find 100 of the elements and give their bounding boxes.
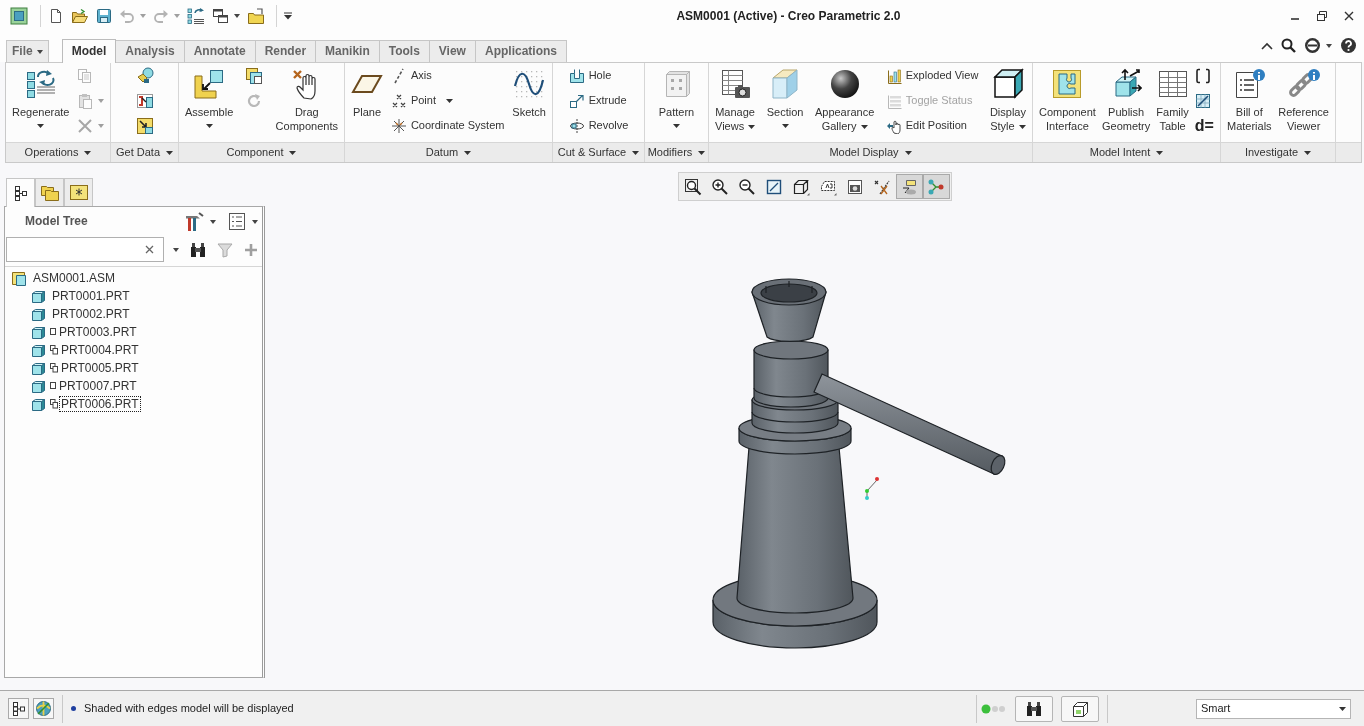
- assemble-button[interactable]: Assemble: [183, 63, 236, 128]
- box-select-button[interactable]: [1061, 695, 1099, 722]
- hole-icon: [568, 67, 585, 84]
- tree-item[interactable]: ASM0001.ASM: [31, 270, 118, 286]
- caret-icon: [36, 49, 43, 54]
- appearance-gallery-button[interactable]: Appearance Gallery: [812, 63, 877, 133]
- close-icon[interactable]: [1343, 10, 1355, 22]
- caret-icon[interactable]: [173, 247, 179, 252]
- caret-icon[interactable]: [252, 219, 258, 224]
- cube-icon: [31, 325, 46, 339]
- restore-icon[interactable]: [1316, 10, 1328, 22]
- magnifier-square-icon: [684, 177, 702, 196]
- group-menu-button[interactable]: Operations: [6, 142, 110, 162]
- family-table-button[interactable]: Family Table: [1154, 63, 1191, 133]
- ribbon-tab[interactable]: Tools: [379, 40, 430, 62]
- navigator-tab[interactable]: [6, 178, 35, 207]
- reference-viewer-button[interactable]: Reference Viewer: [1276, 63, 1331, 133]
- ribbon-tab[interactable]: Render: [255, 40, 317, 62]
- point-button[interactable]: Point: [388, 88, 507, 113]
- exploded-view-button[interactable]: Exploded View: [883, 63, 981, 88]
- display-style-button[interactable]: Display Style: [987, 63, 1028, 133]
- list-arrows-icon[interactable]: [187, 7, 205, 25]
- section-button[interactable]: Section: [764, 63, 806, 128]
- blobs-icon[interactable]: [135, 66, 154, 85]
- ribbon-tab[interactable]: Analysis: [116, 40, 185, 62]
- search-field[interactable]: [6, 237, 164, 262]
- selection-filter-dropdown[interactable]: Smart: [1196, 698, 1351, 719]
- group-menu-button[interactable]: Component: [179, 142, 344, 162]
- group-menu-button[interactable]: Model Display: [709, 142, 1032, 162]
- sketch-button[interactable]: Sketch: [510, 63, 548, 119]
- search-icon[interactable]: [1281, 38, 1296, 53]
- ribbon-tab[interactable]: Model: [61, 39, 117, 63]
- tree-item[interactable]: PRT0002.PRT: [50, 306, 132, 322]
- blank-page-icon[interactable]: [48, 8, 64, 24]
- bill-of-materials-button[interactable]: Bill of Materials: [1225, 63, 1274, 133]
- ribbon-tab[interactable]: Annotate: [184, 40, 256, 62]
- tree-item[interactable]: PRT0003.PRT: [57, 324, 139, 340]
- sphere-icon: [828, 68, 861, 100]
- tree-item[interactable]: PRT0006.PRT: [59, 396, 141, 412]
- group-menu-button[interactable]: Get Data: [111, 142, 178, 162]
- extrude-button[interactable]: Extrude: [566, 88, 631, 113]
- overlapping-squares-icon: [50, 345, 58, 355]
- caret-icon: [904, 150, 912, 155]
- revolve-button[interactable]: Revolve: [566, 113, 631, 138]
- pattern-button[interactable]: Pattern: [656, 63, 697, 128]
- chevron-up-icon[interactable]: [1261, 40, 1273, 51]
- edit-position-button[interactable]: Edit Position: [883, 113, 981, 138]
- box-icon: [1071, 699, 1089, 718]
- file-menu-button[interactable]: File: [6, 40, 49, 62]
- tree-toggle-button[interactable]: [8, 698, 29, 719]
- stacked-squares-icon[interactable]: [245, 66, 264, 85]
- manage-views-button[interactable]: Manage Views: [713, 63, 758, 133]
- group-menu-button[interactable]: Model Intent: [1033, 142, 1220, 162]
- globe-icon: [35, 700, 52, 717]
- tree-icon: [13, 185, 28, 201]
- star-folder-icon: [68, 184, 89, 201]
- small-square-icon: [50, 382, 56, 390]
- group-menu-button[interactable]: Modifiers: [645, 142, 708, 162]
- folder-icon[interactable]: [247, 7, 265, 25]
- axis-button[interactable]: Axis: [388, 63, 507, 88]
- cube-icon: [31, 397, 46, 411]
- tools-icon[interactable]: [184, 211, 204, 232]
- round-logo-icon[interactable]: [1304, 37, 1321, 54]
- windows-icon[interactable]: [212, 8, 229, 24]
- brackets-icon[interactable]: [1194, 67, 1211, 84]
- binoculars-icon[interactable]: [190, 241, 206, 258]
- tree-item[interactable]: PRT0007.PRT: [57, 378, 139, 394]
- tree-item[interactable]: PRT0005.PRT: [59, 360, 141, 376]
- save-icon[interactable]: [96, 8, 112, 24]
- ribbon-tab[interactable]: Applications: [475, 40, 567, 62]
- component-interface-button[interactable]: Component Interface: [1037, 63, 1098, 133]
- publish-geometry-button[interactable]: Publish Geometry: [1099, 63, 1153, 133]
- help-icon[interactable]: [1340, 37, 1357, 54]
- group-menu-button[interactable]: Cut & Surface: [553, 142, 644, 162]
- group-menu-button[interactable]: Datum: [345, 142, 552, 162]
- sine-wave-icon: [513, 68, 546, 100]
- app-logo-icon[interactable]: [10, 7, 28, 25]
- equation-button[interactable]: d=: [1192, 113, 1216, 138]
- caret-icon[interactable]: [1326, 43, 1332, 48]
- ribbon-tab[interactable]: Manikin: [316, 40, 380, 62]
- caret-icon[interactable]: [210, 219, 216, 224]
- extrude-icon: [568, 92, 585, 109]
- tree-item[interactable]: PRT0001.PRT: [50, 288, 132, 304]
- regenerate-button[interactable]: Regenerate: [10, 63, 72, 128]
- hole-button[interactable]: Hole: [566, 63, 631, 88]
- tree-item[interactable]: PRT0004.PRT: [59, 342, 141, 358]
- drag-components-button[interactable]: Drag Components: [273, 63, 340, 133]
- find-button[interactable]: [1015, 695, 1053, 722]
- grid-slash-icon[interactable]: [1194, 92, 1211, 109]
- list-settings-icon[interactable]: [228, 212, 246, 231]
- globe-toggle-button[interactable]: [33, 698, 54, 719]
- caret-icon[interactable]: [234, 14, 240, 18]
- clear-cross-icon[interactable]: [145, 245, 154, 254]
- coordinate-system-button[interactable]: Coordinate System: [388, 113, 507, 138]
- customize-caret-icon[interactable]: [284, 12, 292, 20]
- caret-icon: [84, 150, 92, 155]
- plane-button[interactable]: Plane: [349, 63, 385, 119]
- ribbon-tab[interactable]: View: [429, 40, 476, 62]
- group-menu-button[interactable]: Investigate: [1221, 142, 1335, 162]
- open-folder-icon[interactable]: [71, 8, 89, 24]
